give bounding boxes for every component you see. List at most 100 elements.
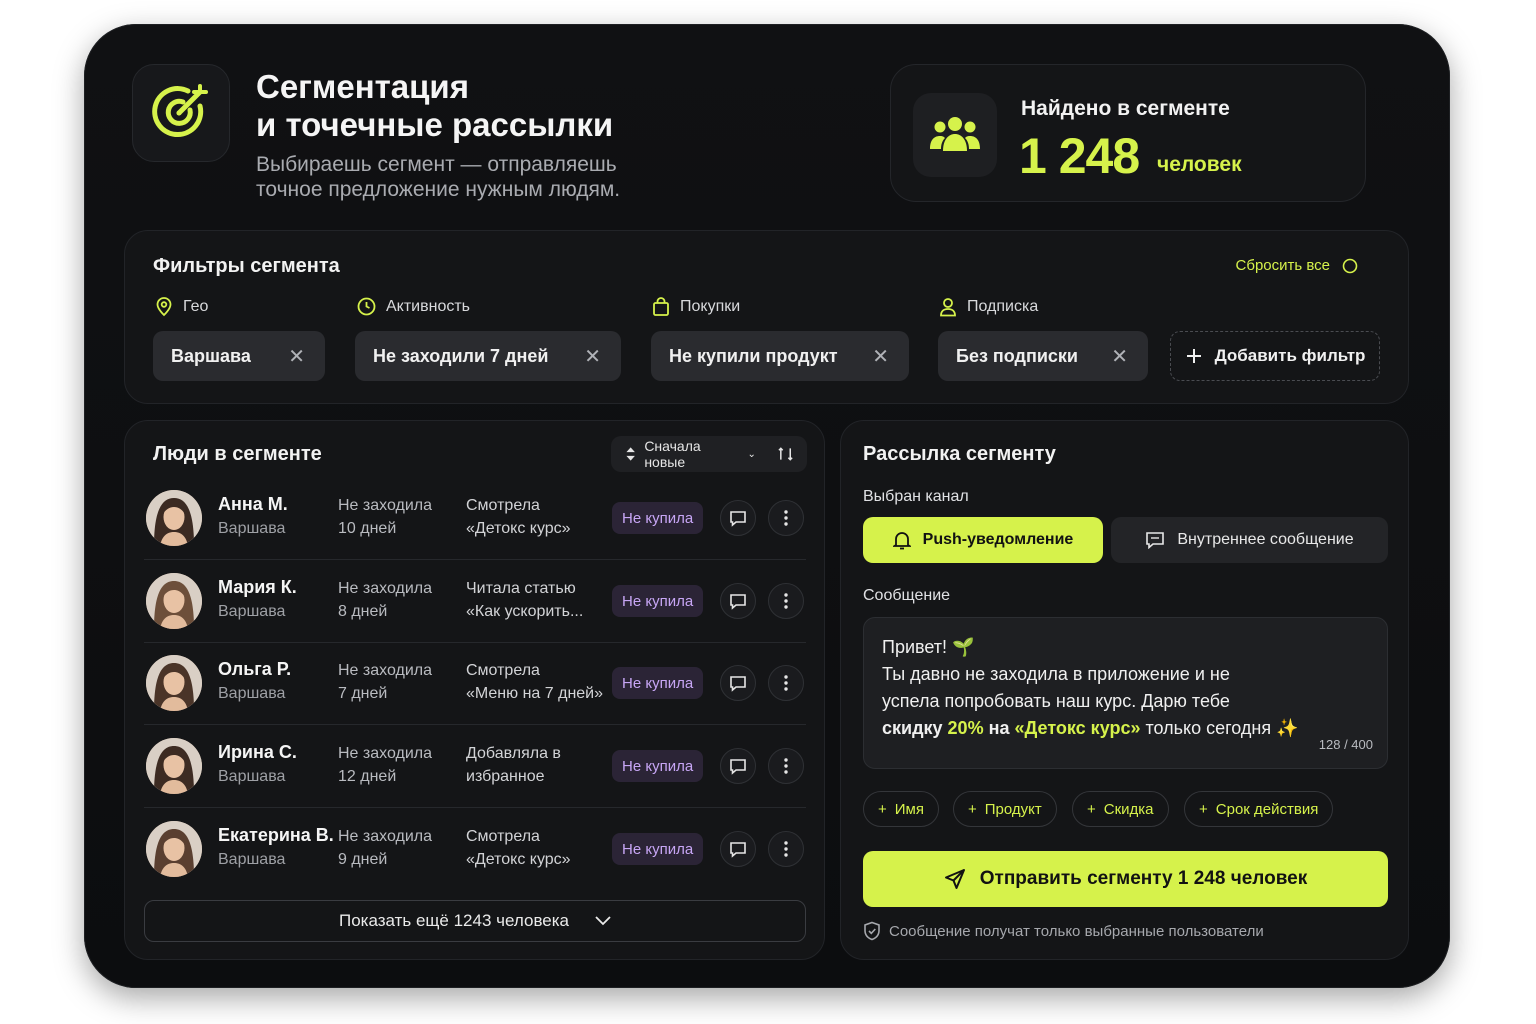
message-button[interactable] [720,583,756,619]
reset-icon [1342,258,1358,273]
map-pin-icon [156,297,172,317]
person-activity: Не заходила 12 дней [338,745,433,785]
variable-chip-product[interactable]: + Продукт [953,791,1057,827]
more-options-button[interactable] [768,748,804,784]
remove-icon[interactable]: ✕ [288,344,305,369]
more-vertical-icon [784,675,788,691]
sort-dropdown[interactable]: Сначала новые ⌄ [611,436,807,472]
chevron-down-icon [595,916,611,926]
status-badge: Не купила [612,750,704,782]
person-note: Смотрела «Детокс курс» [466,828,571,868]
send-icon [944,869,965,889]
avatar [146,655,202,711]
person-note: Смотрела «Меню на 7 дней» [466,662,604,702]
table-row[interactable]: Екатерина В. Варшава Не заходила 9 дней Смот… [144,809,806,891]
person-activity: Не заходила 7 дней [338,662,433,702]
person-city: Варшава [218,851,286,868]
variable-chip-expiry[interactable]: + Срок действия [1184,791,1334,827]
variable-chip-discount[interactable]: + Скидка [1072,791,1169,827]
chat-icon [730,510,746,527]
message-button[interactable] [720,748,756,784]
person-note: Добавляла в избранное [466,745,561,785]
more-vertical-icon [784,593,788,609]
avatar [146,821,202,877]
person-city: Варшава [218,685,286,702]
reset-all-button[interactable]: Сбросить все [1236,257,1358,274]
message-textarea[interactable]: Привет! 🌱 Ты давно не заходила в приложе… [863,617,1388,769]
more-options-button[interactable] [768,500,804,536]
mailing-title: Рассылка сегменту [863,443,1056,465]
filter-chip-geo[interactable]: Варшава ✕ [153,331,325,381]
avatar [146,738,202,794]
table-row[interactable]: Анна М. Варшава Не заходила 10 дней Смотрела… [144,478,806,560]
person-name[interactable]: Ирина С. [218,742,297,763]
person-name[interactable]: Мария К. [218,577,297,598]
filter-label-purchases: Покупки [652,297,740,317]
send-segment-button[interactable]: Отправить сегменту 1 248 человек [863,851,1388,907]
status-badge: Не купила [612,502,704,534]
stat-label: Найдено в сегменте [1021,97,1230,120]
bell-icon [892,532,911,550]
char-counter: 128 / 400 [1318,737,1373,752]
table-row[interactable]: Мария К. Варшава Не заходила 8 дней Читала с… [144,561,806,643]
filter-chip-purchases[interactable]: Не купили продукт ✕ [651,331,909,381]
filter-label-geo: Гео [155,297,208,317]
shopping-bag-icon [653,297,669,316]
swap-icon[interactable] [778,446,793,462]
person-city: Варшава [218,520,286,537]
filters-title: Фильтры сегмента [153,255,340,277]
show-more-button[interactable]: Показать ещё 1243 человека [144,900,806,942]
more-options-button[interactable] [768,583,804,619]
sort-icon [626,447,635,461]
avatar [146,573,202,629]
remove-icon[interactable]: ✕ [872,344,889,369]
remove-icon[interactable]: ✕ [584,344,601,369]
person-name[interactable]: Екатерина В. [218,825,334,846]
sprout-emoji: 🌱 [952,637,975,657]
chat-icon [730,675,746,692]
target-logo-icon [132,64,230,162]
stat-value: 1 248 [1019,128,1140,184]
mailing-panel: Рассылка сегменту Выбран канал Push-увед… [840,420,1409,960]
person-activity: Не заходила 10 дней [338,497,433,537]
filters-panel: Фильтры сегмента Сбросить все Гео Активн… [124,230,1409,404]
remove-icon[interactable]: ✕ [1111,344,1128,369]
user-icon [940,298,956,317]
more-vertical-icon [784,510,788,526]
more-options-button[interactable] [768,831,804,867]
avatar [146,490,202,546]
filter-label-subscription: Подписка [939,297,1038,317]
person-name[interactable]: Анна М. [218,494,288,515]
message-icon [1146,532,1165,549]
sparkles-emoji: ✨ [1276,718,1299,738]
privacy-note: Сообщение получат только выбранные польз… [863,921,1264,941]
plus-icon: + [1199,800,1208,818]
channel-inapp-button[interactable]: Внутреннее сообщение [1111,517,1388,563]
chevron-down-icon: ⌄ [747,448,756,460]
channel-push-button[interactable]: Push-уведомление [863,517,1103,563]
page-subtitle: Выбираешь сегмент — отправляешь точное п… [256,153,621,201]
message-button[interactable] [720,831,756,867]
people-title: Люди в сегменте [153,443,322,465]
users-icon [913,93,997,177]
person-city: Варшава [218,603,286,620]
person-activity: Не заходила 9 дней [338,828,433,868]
filter-chip-subscription[interactable]: Без подписки ✕ [938,331,1148,381]
message-label: Сообщение [863,587,951,604]
person-name[interactable]: Ольга Р. [218,659,291,680]
plus-icon: + [1087,800,1096,818]
message-button[interactable] [720,500,756,536]
table-row[interactable]: Ольга Р. Варшава Не заходила 7 дней Смотрела… [144,643,806,725]
plus-icon [1186,349,1201,363]
add-filter-button[interactable]: Добавить фильтр [1170,331,1380,381]
filter-label-activity: Активность [357,297,470,316]
more-options-button[interactable] [768,665,804,701]
person-note: Читала статью «Как ускорить... [466,580,584,620]
filter-chip-activity[interactable]: Не заходили 7 дней ✕ [355,331,621,381]
variable-chip-name[interactable]: + Имя [863,791,939,827]
status-badge: Не купила [612,667,704,699]
message-button[interactable] [720,665,756,701]
more-vertical-icon [784,841,788,857]
more-vertical-icon [784,758,788,774]
table-row[interactable]: Ирина С. Варшава Не заходила 12 дней Добавля… [144,726,806,808]
